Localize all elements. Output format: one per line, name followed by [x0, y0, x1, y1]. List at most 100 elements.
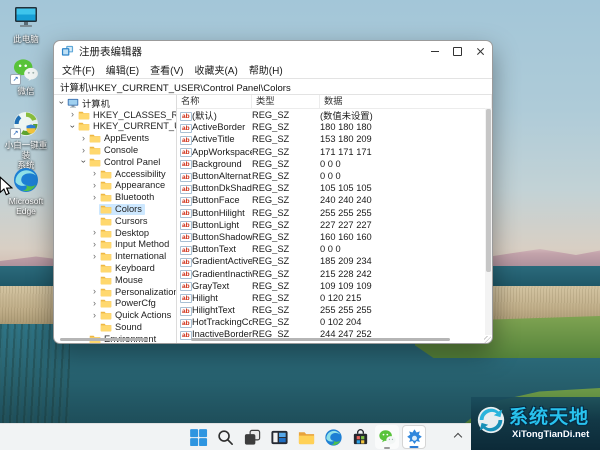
folder-icon: [100, 263, 112, 273]
chevron-right-icon[interactable]: ›: [90, 311, 99, 320]
registry-app-icon: [61, 45, 74, 58]
tree-item-Input-Method[interactable]: ›Input Method: [54, 239, 176, 251]
chevron-right-icon[interactable]: ›: [90, 252, 99, 261]
desktop-icon-this-pc[interactable]: 此电脑: [2, 4, 50, 44]
chevron-right-icon[interactable]: ›: [68, 110, 77, 119]
chevron-right-icon[interactable]: ›: [90, 228, 99, 237]
registry-value-row[interactable]: abButtonHilightREG_SZ255 255 255: [177, 207, 492, 219]
tree-node-box: HKEY_CURRENT_USER: [77, 121, 176, 132]
tree-item-AppEvents[interactable]: ›AppEvents: [54, 132, 176, 144]
menu-item-2[interactable]: 查看(V): [150, 62, 183, 77]
folder-icon: [100, 275, 112, 285]
taskbar-widgets-icon[interactable]: [267, 425, 291, 449]
address-bar[interactable]: 计算机\HKEY_CURRENT_USER\Control Panel\Colo…: [54, 78, 492, 95]
hidden-icons-chevron-icon[interactable]: [454, 432, 461, 439]
maximize-icon: [453, 47, 462, 56]
folder-icon: [100, 322, 112, 332]
tree-node-box: AppEvents: [88, 133, 152, 144]
desktop-icon-xiaobai-reinstall[interactable]: ↗小白一键重装系统: [2, 110, 50, 170]
tree-item-Sound[interactable]: Sound: [54, 321, 176, 333]
taskbar-wechat-icon[interactable]: [375, 425, 399, 449]
menu-item-1[interactable]: 编辑(E): [106, 62, 139, 77]
string-value-icon: ab: [177, 134, 192, 145]
taskbar-active-app-icon[interactable]: [402, 425, 426, 449]
tree-node-box: Sound: [99, 322, 145, 333]
menu-item-3[interactable]: 收藏夹(A): [194, 62, 237, 77]
registry-value-row[interactable]: abButtonTextREG_SZ0 0 0: [177, 243, 492, 255]
registry-value-row[interactable]: ab(默认)REG_SZ(数值未设置): [177, 109, 492, 121]
scrollbar-thumb[interactable]: [486, 109, 491, 272]
registry-value-row[interactable]: abActiveBorderREG_SZ180 180 180: [177, 121, 492, 133]
value-name: ButtonShadow: [192, 232, 252, 242]
tree-item-Quick-Actions[interactable]: ›Quick Actions: [54, 309, 176, 321]
taskbar-search-icon[interactable]: [213, 425, 237, 449]
tree-item-Control-Panel[interactable]: ›Control Panel: [54, 156, 176, 168]
taskbar-file-explorer-icon[interactable]: [294, 425, 318, 449]
chevron-right-icon[interactable]: ›: [90, 169, 99, 178]
minimize-button[interactable]: [423, 42, 446, 60]
registry-value-row[interactable]: abHilightREG_SZ0 120 215: [177, 292, 492, 304]
tree-item-Personalization[interactable]: ›Personalization: [54, 286, 176, 298]
registry-value-row[interactable]: abButtonShadowREG_SZ160 160 160: [177, 231, 492, 243]
registry-value-row[interactable]: abButtonAlternat...REG_SZ0 0 0: [177, 170, 492, 182]
tree-item-Appearance[interactable]: ›Appearance: [54, 180, 176, 192]
value-type: REG_SZ: [252, 122, 320, 132]
chevron-down-icon[interactable]: ›: [79, 157, 88, 166]
string-value-icon: ab: [177, 292, 192, 303]
chevron-right-icon[interactable]: ›: [90, 287, 99, 296]
tree-item-label: Keyboard: [115, 263, 155, 273]
tree-item-Cursors[interactable]: Cursors: [54, 215, 176, 227]
registry-value-row[interactable]: abHotTrackingCo...REG_SZ0 102 204: [177, 316, 492, 328]
tree-item-Keyboard[interactable]: Keyboard: [54, 262, 176, 274]
list-horizontal-scrollbar[interactable]: [191, 338, 450, 341]
column-header-type[interactable]: 类型: [252, 95, 320, 108]
chevron-down-icon[interactable]: ›: [68, 122, 77, 131]
tree-item-Mouse[interactable]: Mouse: [54, 274, 176, 286]
tree-item-Console[interactable]: ›Console: [54, 144, 176, 156]
menu-item-4[interactable]: 帮助(H): [249, 62, 283, 77]
value-name: Background: [192, 159, 252, 169]
tree-item-Colors[interactable]: Colors: [54, 203, 176, 215]
registry-value-row[interactable]: abGradientInactiv...REG_SZ215 228 242: [177, 267, 492, 279]
registry-value-row[interactable]: abButtonDkShad...REG_SZ105 105 105: [177, 182, 492, 194]
registry-value-row[interactable]: abButtonFaceREG_SZ240 240 240: [177, 194, 492, 206]
taskbar-start-icon[interactable]: [186, 425, 210, 449]
column-header-name[interactable]: 名称: [177, 95, 252, 108]
tree-item-PowerCfg[interactable]: ›PowerCfg: [54, 298, 176, 310]
taskbar-task-view-icon[interactable]: [240, 425, 264, 449]
value-type: REG_SZ: [252, 171, 320, 181]
taskbar-store-icon[interactable]: [348, 425, 372, 449]
tree-item-HKEY_CLASSES_ROOT[interactable]: ›HKEY_CLASSES_ROOT: [54, 109, 176, 121]
chevron-right-icon[interactable]: ›: [79, 134, 88, 143]
chevron-right-icon[interactable]: ›: [90, 193, 99, 202]
value-data: 215 228 242: [320, 269, 492, 279]
tree-item-Bluetooth[interactable]: ›Bluetooth: [54, 191, 176, 203]
registry-value-row[interactable]: abBackgroundREG_SZ0 0 0: [177, 158, 492, 170]
registry-value-row[interactable]: abHilightTextREG_SZ255 255 255: [177, 304, 492, 316]
menu-item-0[interactable]: 文件(F): [62, 62, 95, 77]
value-type: REG_SZ: [252, 195, 320, 205]
chevron-right-icon[interactable]: ›: [90, 299, 99, 308]
desktop-icon-wechat[interactable]: ↗微信: [2, 56, 50, 96]
tree-item-HKEY_CURRENT_USER[interactable]: ›HKEY_CURRENT_USER: [54, 121, 176, 133]
vertical-scrollbar[interactable]: [485, 108, 492, 335]
registry-value-row[interactable]: abAppWorkspaceREG_SZ171 171 171: [177, 146, 492, 158]
chevron-right-icon[interactable]: ›: [79, 146, 88, 155]
chevron-right-icon[interactable]: ›: [90, 240, 99, 249]
registry-value-row[interactable]: abActiveTitleREG_SZ153 180 209: [177, 133, 492, 145]
registry-value-row[interactable]: abGradientActive...REG_SZ185 209 234: [177, 255, 492, 267]
registry-value-row[interactable]: abButtonLightREG_SZ227 227 227: [177, 219, 492, 231]
chevron-right-icon[interactable]: ›: [90, 181, 99, 190]
tree-item-Desktop[interactable]: ›Desktop: [54, 227, 176, 239]
resize-grip[interactable]: [484, 336, 491, 343]
column-header-data[interactable]: 数据: [320, 95, 492, 108]
tree-item-Accessibility[interactable]: ›Accessibility: [54, 168, 176, 180]
close-button[interactable]: [469, 42, 492, 60]
registry-value-row[interactable]: abGrayTextREG_SZ109 109 109: [177, 280, 492, 292]
tree-item-International[interactable]: ›International: [54, 250, 176, 262]
chevron-down-icon[interactable]: ›: [57, 98, 66, 107]
tree-horizontal-scrollbar[interactable]: [60, 338, 148, 341]
tree-item-计算机[interactable]: ›计算机: [54, 97, 176, 109]
taskbar-edge-icon[interactable]: [321, 425, 345, 449]
maximize-button[interactable]: [446, 42, 469, 60]
